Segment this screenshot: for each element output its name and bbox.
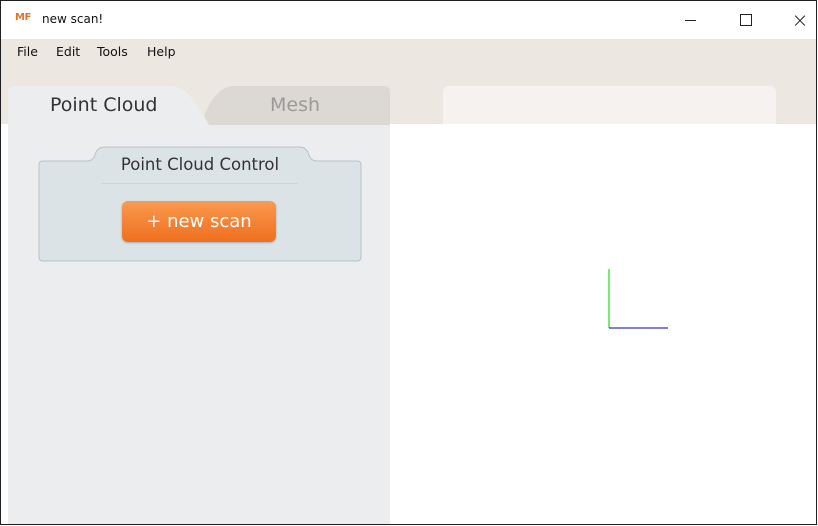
menu-edit[interactable]: Edit xyxy=(56,44,80,59)
tab-point-cloud[interactable]: Point Cloud xyxy=(50,94,158,116)
maximize-icon xyxy=(740,14,752,26)
tab-mesh[interactable]: Mesh xyxy=(270,94,320,116)
app-logo-icon: MF xyxy=(15,12,31,23)
close-icon: × xyxy=(791,8,809,32)
title-bar[interactable]: MF new scan! × xyxy=(1,1,816,39)
minimize-button[interactable] xyxy=(667,1,713,39)
maximize-button[interactable] xyxy=(723,1,769,39)
menu-help[interactable]: Help xyxy=(147,44,176,59)
viewport-tab[interactable] xyxy=(443,86,776,124)
app-window: MF new scan! × File Edit Tools Help Poin… xyxy=(0,0,817,525)
minimize-icon xyxy=(684,19,696,21)
axes-gizmo xyxy=(608,269,668,329)
new-scan-button[interactable]: + new scan xyxy=(122,201,276,242)
3d-viewport[interactable] xyxy=(390,124,816,524)
divider xyxy=(101,183,298,184)
menu-tools[interactable]: Tools xyxy=(97,44,128,59)
close-button[interactable]: × xyxy=(777,1,816,39)
menu-bar: File Edit Tools Help xyxy=(1,39,816,65)
window-title: new scan! xyxy=(42,12,104,26)
menu-file[interactable]: File xyxy=(17,44,38,59)
control-panel-title: Point Cloud Control xyxy=(120,155,280,174)
